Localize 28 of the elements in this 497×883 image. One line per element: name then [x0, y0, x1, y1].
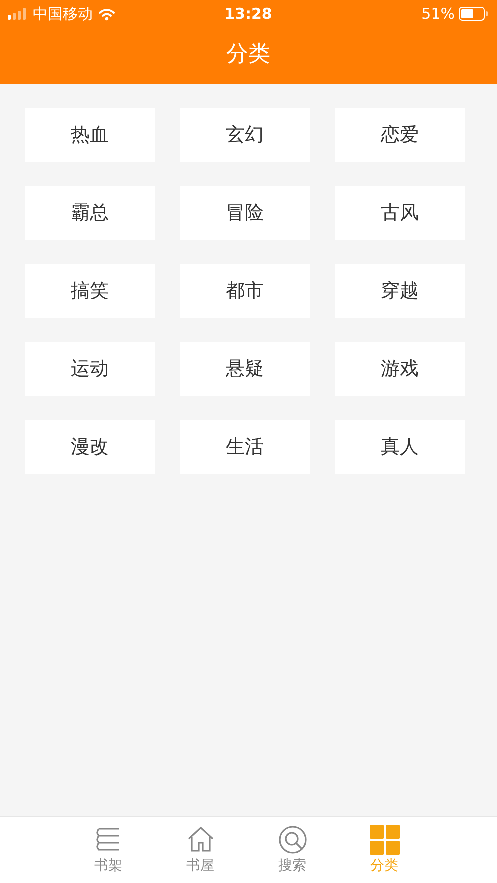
wifi-icon: [98, 8, 116, 20]
tab-item[interactable]: 搜索: [246, 817, 338, 883]
signal-icon: [8, 8, 28, 20]
category-button[interactable]: 玄幻: [180, 108, 310, 162]
battery-icon: [459, 7, 489, 21]
category-button[interactable]: 真人: [335, 420, 465, 474]
category-button[interactable]: 穿越: [335, 264, 465, 318]
category-button[interactable]: 都市: [180, 264, 310, 318]
category-button[interactable]: 生活: [180, 420, 310, 474]
tab-item[interactable]: 书架: [62, 817, 154, 883]
category-button[interactable]: 漫改: [25, 420, 155, 474]
category-button[interactable]: 热血: [25, 108, 155, 162]
tab-item[interactable]: 书屋: [154, 817, 246, 883]
home-icon: [186, 825, 216, 855]
category-button[interactable]: 霸总: [25, 186, 155, 240]
clock-time: 13:28: [224, 5, 272, 23]
category-button[interactable]: 悬疑: [180, 342, 310, 396]
category-button[interactable]: 恋爱: [335, 108, 465, 162]
grid-icon: [370, 825, 400, 855]
page-title: 分类: [226, 41, 270, 69]
category-button[interactable]: 搞笑: [25, 264, 155, 318]
category-button[interactable]: 冒险: [180, 186, 310, 240]
category-button[interactable]: 运动: [25, 342, 155, 396]
search-icon: [278, 825, 308, 855]
category-button[interactable]: 游戏: [335, 342, 465, 396]
category-button[interactable]: 古风: [335, 186, 465, 240]
battery-percent: 51%: [422, 5, 455, 23]
carrier-label: 中国移动: [33, 4, 93, 24]
